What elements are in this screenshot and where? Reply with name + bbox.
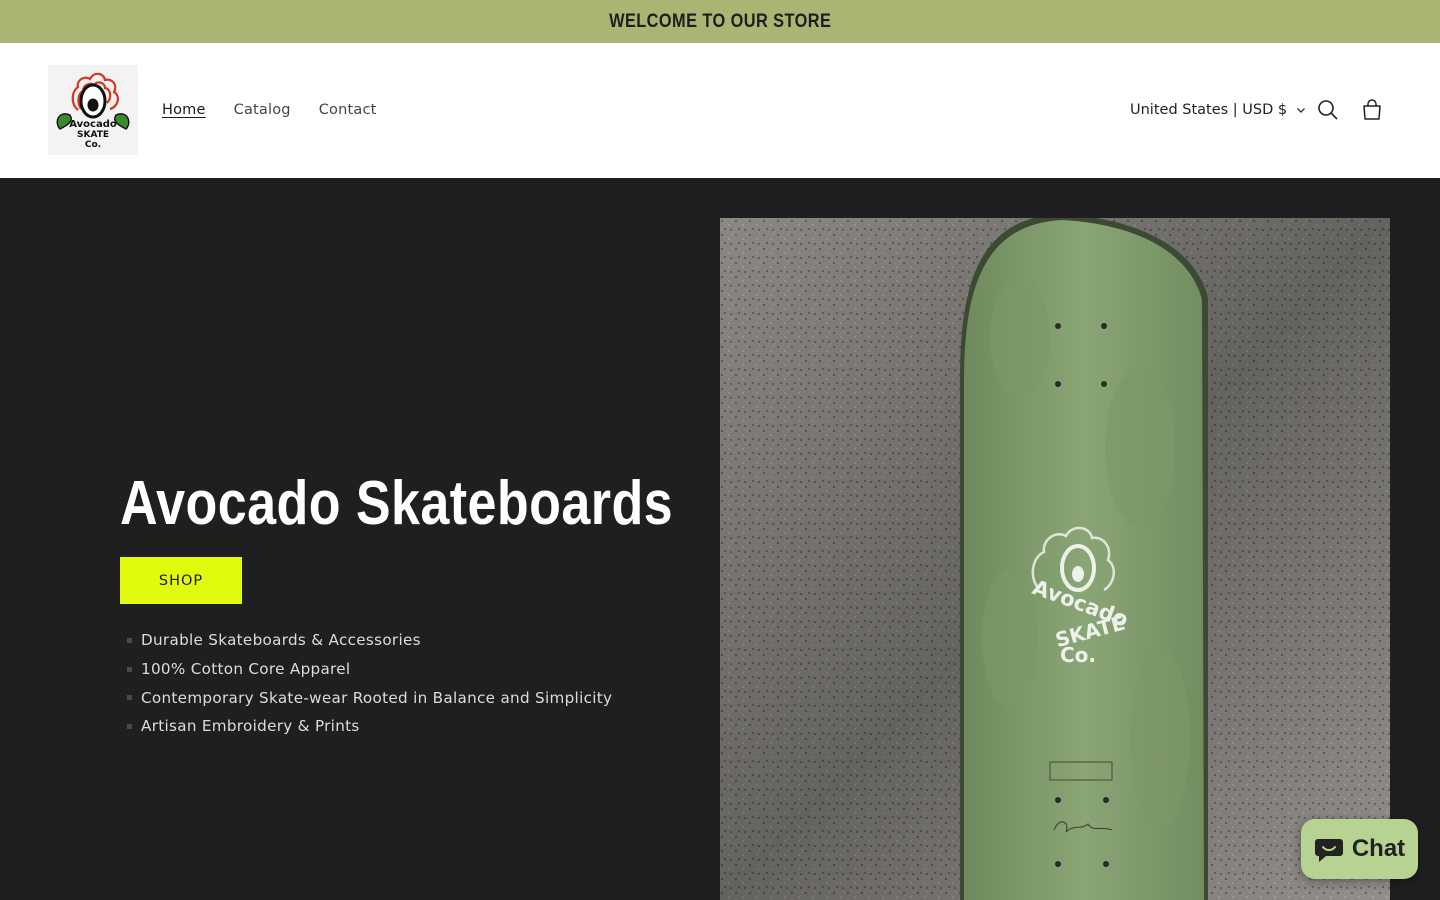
chat-button[interactable]: Chat (1301, 819, 1418, 879)
hero-skateboard-image: Avocado SKATE Co. (720, 218, 1390, 900)
site-header: Avocado SKATE Co. Home Catalog Contact U… (0, 43, 1440, 178)
skateboard-deck-image: Avocado SKATE Co. (720, 218, 1390, 900)
bullet (127, 637, 132, 643)
logo-line1: Avocado (69, 119, 117, 130)
feature-list: Durable Skateboards & Accessories 100% C… (127, 626, 612, 741)
country-currency-selector[interactable]: United States | USD $ (1130, 99, 1307, 121)
nav-item-home[interactable]: Home (160, 99, 208, 121)
search-button[interactable] (1314, 96, 1342, 124)
chat-label: Chat (1351, 835, 1406, 862)
chat-bubble-icon (1314, 839, 1343, 862)
nav-item-contact[interactable]: Contact (317, 99, 379, 121)
shop-button-label: SHOP (158, 572, 204, 589)
nav-item-catalog[interactable]: Catalog (232, 99, 293, 121)
feature-text: Contemporary Skate-wear Rooted in Balanc… (141, 688, 613, 707)
locale-label: United States | USD $ (1130, 102, 1288, 118)
announcement-text: WELCOME TO OUR STORE (608, 10, 832, 32)
bullet (127, 666, 132, 672)
bullet (127, 723, 132, 729)
list-item: Artisan Embroidery & Prints (127, 712, 612, 741)
list-item: Contemporary Skate-wear Rooted in Balanc… (127, 683, 612, 712)
search-icon (1318, 100, 1338, 120)
cart-icon (1363, 99, 1381, 120)
logo-line2: SKATE (77, 130, 109, 140)
store-logo[interactable]: Avocado SKATE Co. (48, 65, 138, 155)
deck-logo-line3: Co. (1060, 643, 1096, 667)
hero-title: Avocado Skateboards (120, 469, 674, 538)
announcement-bar: WELCOME TO OUR STORE (0, 0, 1440, 43)
list-item: Durable Skateboards & Accessories (127, 626, 612, 655)
feature-text: 100% Cotton Core Apparel (141, 660, 351, 679)
bullet (127, 695, 132, 701)
cart-button[interactable] (1358, 96, 1386, 124)
avocado-logo-icon: Avocado SKATE Co. (48, 65, 138, 155)
chevron-down-icon (1297, 108, 1306, 113)
shop-button[interactable]: SHOP (120, 557, 242, 604)
feature-text: Durable Skateboards & Accessories (141, 631, 421, 650)
main-nav: Home Catalog Contact (160, 99, 403, 121)
feature-text: Artisan Embroidery & Prints (141, 717, 360, 736)
logo-line3: Co. (85, 140, 101, 150)
list-item: 100% Cotton Core Apparel (127, 655, 612, 684)
